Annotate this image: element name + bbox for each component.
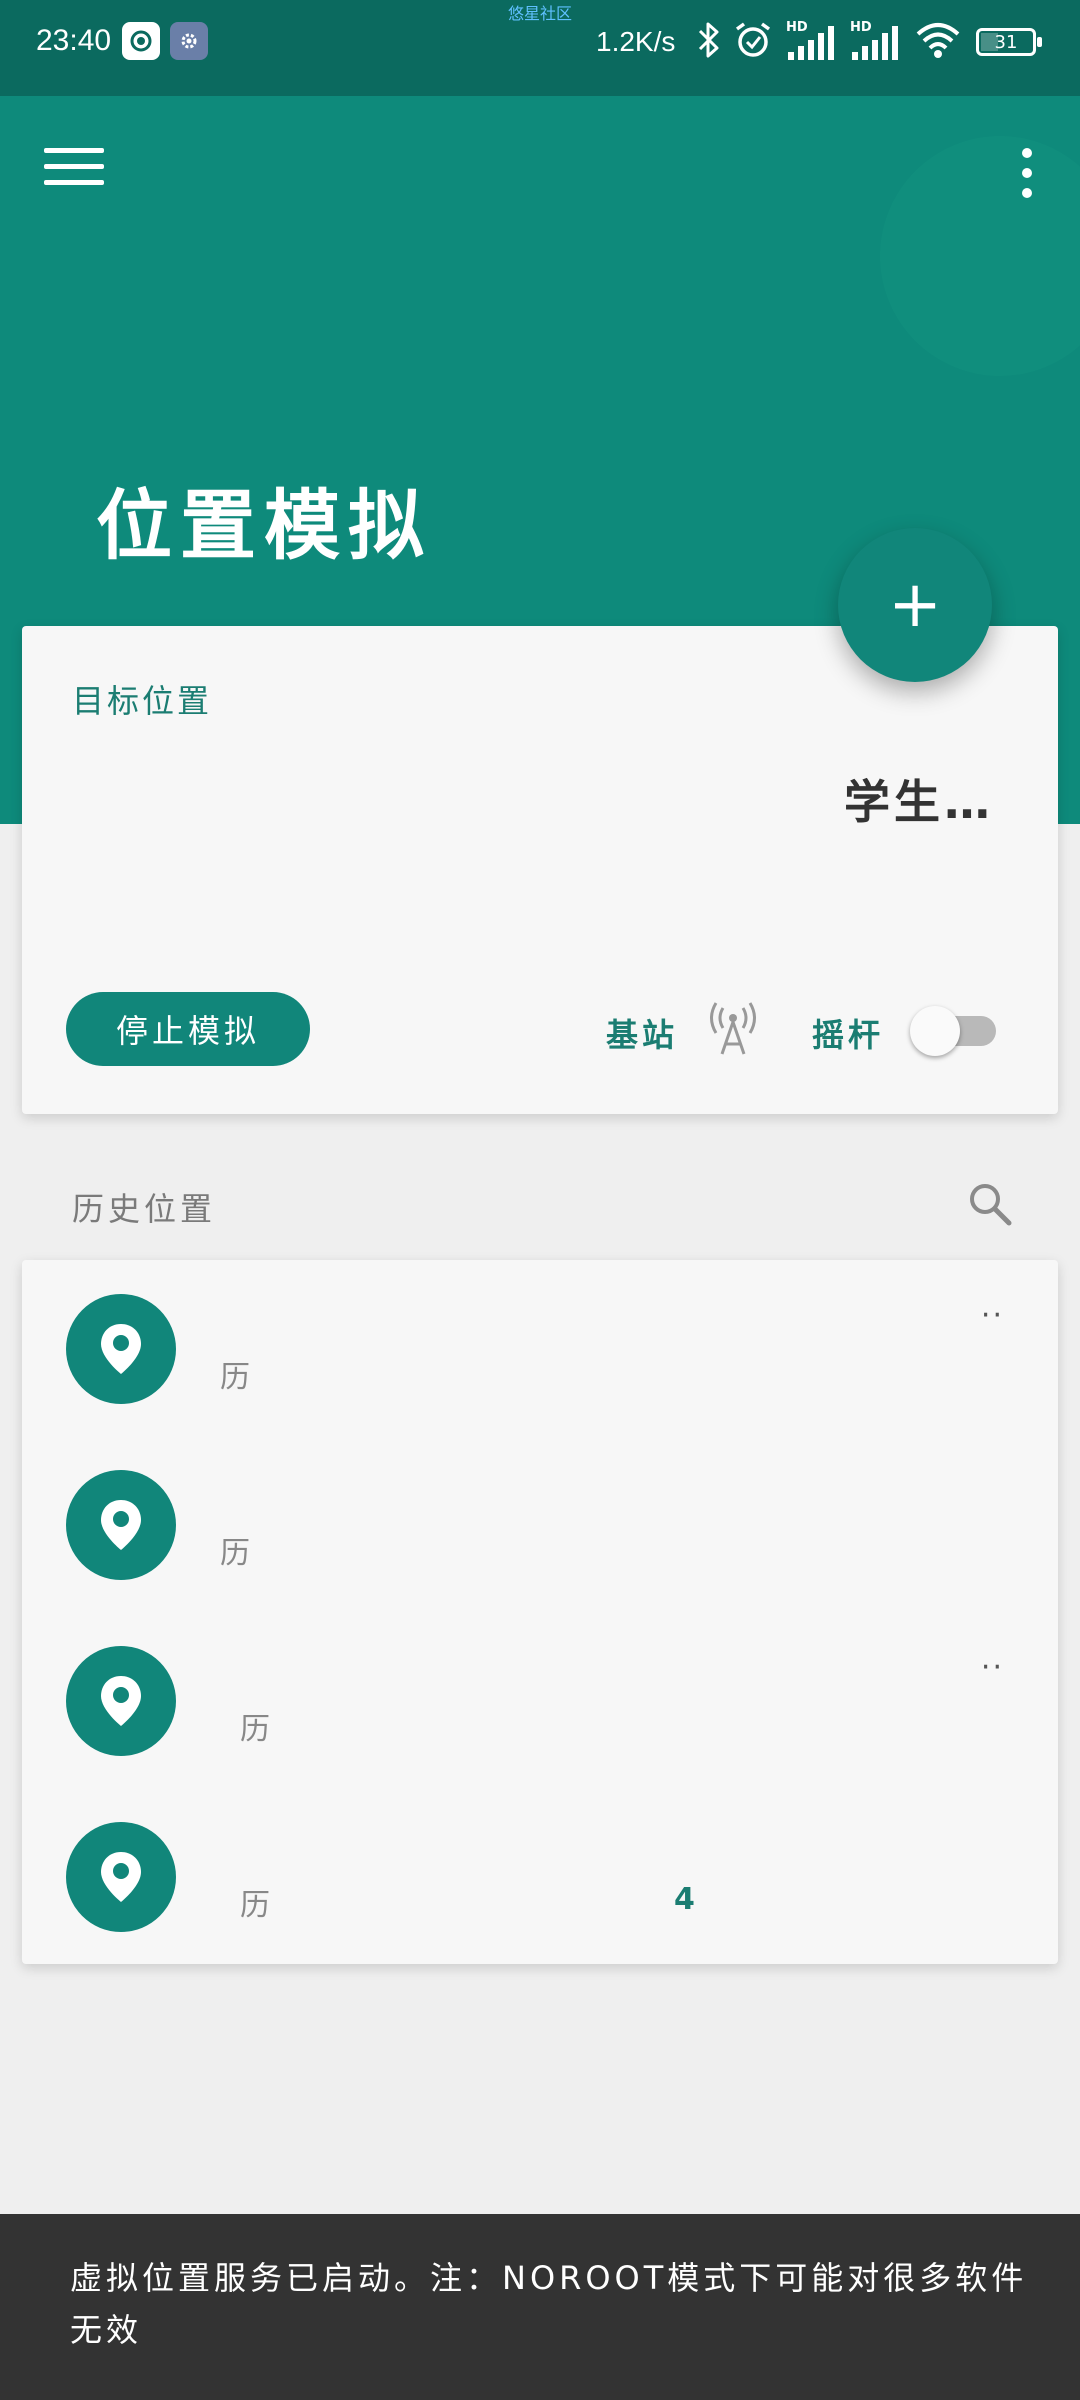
- network-speed: 1.2K/s: [596, 26, 676, 57]
- signal-1-label: HD: [786, 20, 808, 35]
- location-pin-icon: [66, 1822, 176, 1932]
- target-location-card: 目标位置 学生… 停止模拟 基站 摇杆: [22, 626, 1058, 1114]
- alarm-icon: [734, 21, 772, 63]
- battery-level: 31: [994, 31, 1018, 53]
- watermark-text: 悠星社区: [508, 4, 573, 23]
- target-location-label: 目标位置: [72, 682, 213, 720]
- menu-icon-line: [44, 164, 104, 169]
- more-vert-icon: [1022, 148, 1032, 158]
- history-item-count: 4: [674, 1882, 695, 1917]
- history-section-title: 历史位置: [72, 1190, 217, 1228]
- target-location-name[interactable]: 学生…: [844, 766, 994, 832]
- joystick-label: 摇杆: [812, 1016, 885, 1054]
- status-bar: 23:40 悠星社区 1.2K/s HD HD 31: [0, 0, 1080, 96]
- history-item-more[interactable]: ··: [981, 1650, 1004, 1685]
- history-item-text: 历: [220, 1360, 250, 1395]
- base-station-label: 基站: [606, 1016, 679, 1054]
- search-icon[interactable]: [966, 1180, 1014, 1228]
- signal-icon-2: HD: [850, 20, 900, 62]
- history-item-more[interactable]: ··: [981, 1298, 1004, 1333]
- joystick-toggle[interactable]: [900, 1002, 1004, 1058]
- history-item-text: 历: [240, 1888, 270, 1923]
- header-decoration: [880, 136, 1080, 376]
- history-item-text: 历: [220, 1536, 250, 1571]
- history-list: 历 ·· 历 历 ·· 历 4: [22, 1260, 1058, 1964]
- plus-icon: +: [888, 568, 942, 642]
- location-pin-icon: [66, 1294, 176, 1404]
- app-notification-icon: [122, 22, 160, 60]
- overflow-menu-button[interactable]: [1020, 148, 1034, 198]
- history-item[interactable]: 历 ··: [22, 1612, 1058, 1788]
- stop-simulation-button[interactable]: 停止模拟: [66, 992, 310, 1066]
- menu-icon: [44, 148, 104, 153]
- menu-button[interactable]: [44, 148, 104, 194]
- signal-icon-1: HD: [786, 20, 836, 62]
- more-vert-icon-dot: [1022, 168, 1032, 178]
- bluetooth-icon: [698, 21, 720, 63]
- add-location-button[interactable]: +: [838, 528, 992, 682]
- status-time: 23:40: [36, 24, 112, 57]
- history-item[interactable]: 历 4: [22, 1788, 1058, 1964]
- history-item[interactable]: 历 ··: [22, 1260, 1058, 1436]
- menu-icon-line: [44, 180, 104, 185]
- history-item[interactable]: 历: [22, 1436, 1058, 1612]
- antenna-icon[interactable]: [708, 1000, 758, 1056]
- wifi-icon: [914, 20, 962, 64]
- page-title: 位置模拟: [96, 481, 432, 570]
- history-item-text: 历: [240, 1712, 270, 1747]
- toggle-thumb: [910, 1006, 960, 1056]
- battery-icon: 31: [976, 28, 1042, 56]
- location-pin-icon: [66, 1470, 176, 1580]
- more-vert-icon-dot: [1022, 188, 1032, 198]
- signal-2-label: HD: [850, 20, 872, 35]
- location-pin-icon: [66, 1646, 176, 1756]
- settings-notification-icon: [170, 22, 208, 60]
- snackbar-message: 虚拟位置服务已启动。注：NOROOT模式下可能对很多软件无效: [0, 2214, 1080, 2400]
